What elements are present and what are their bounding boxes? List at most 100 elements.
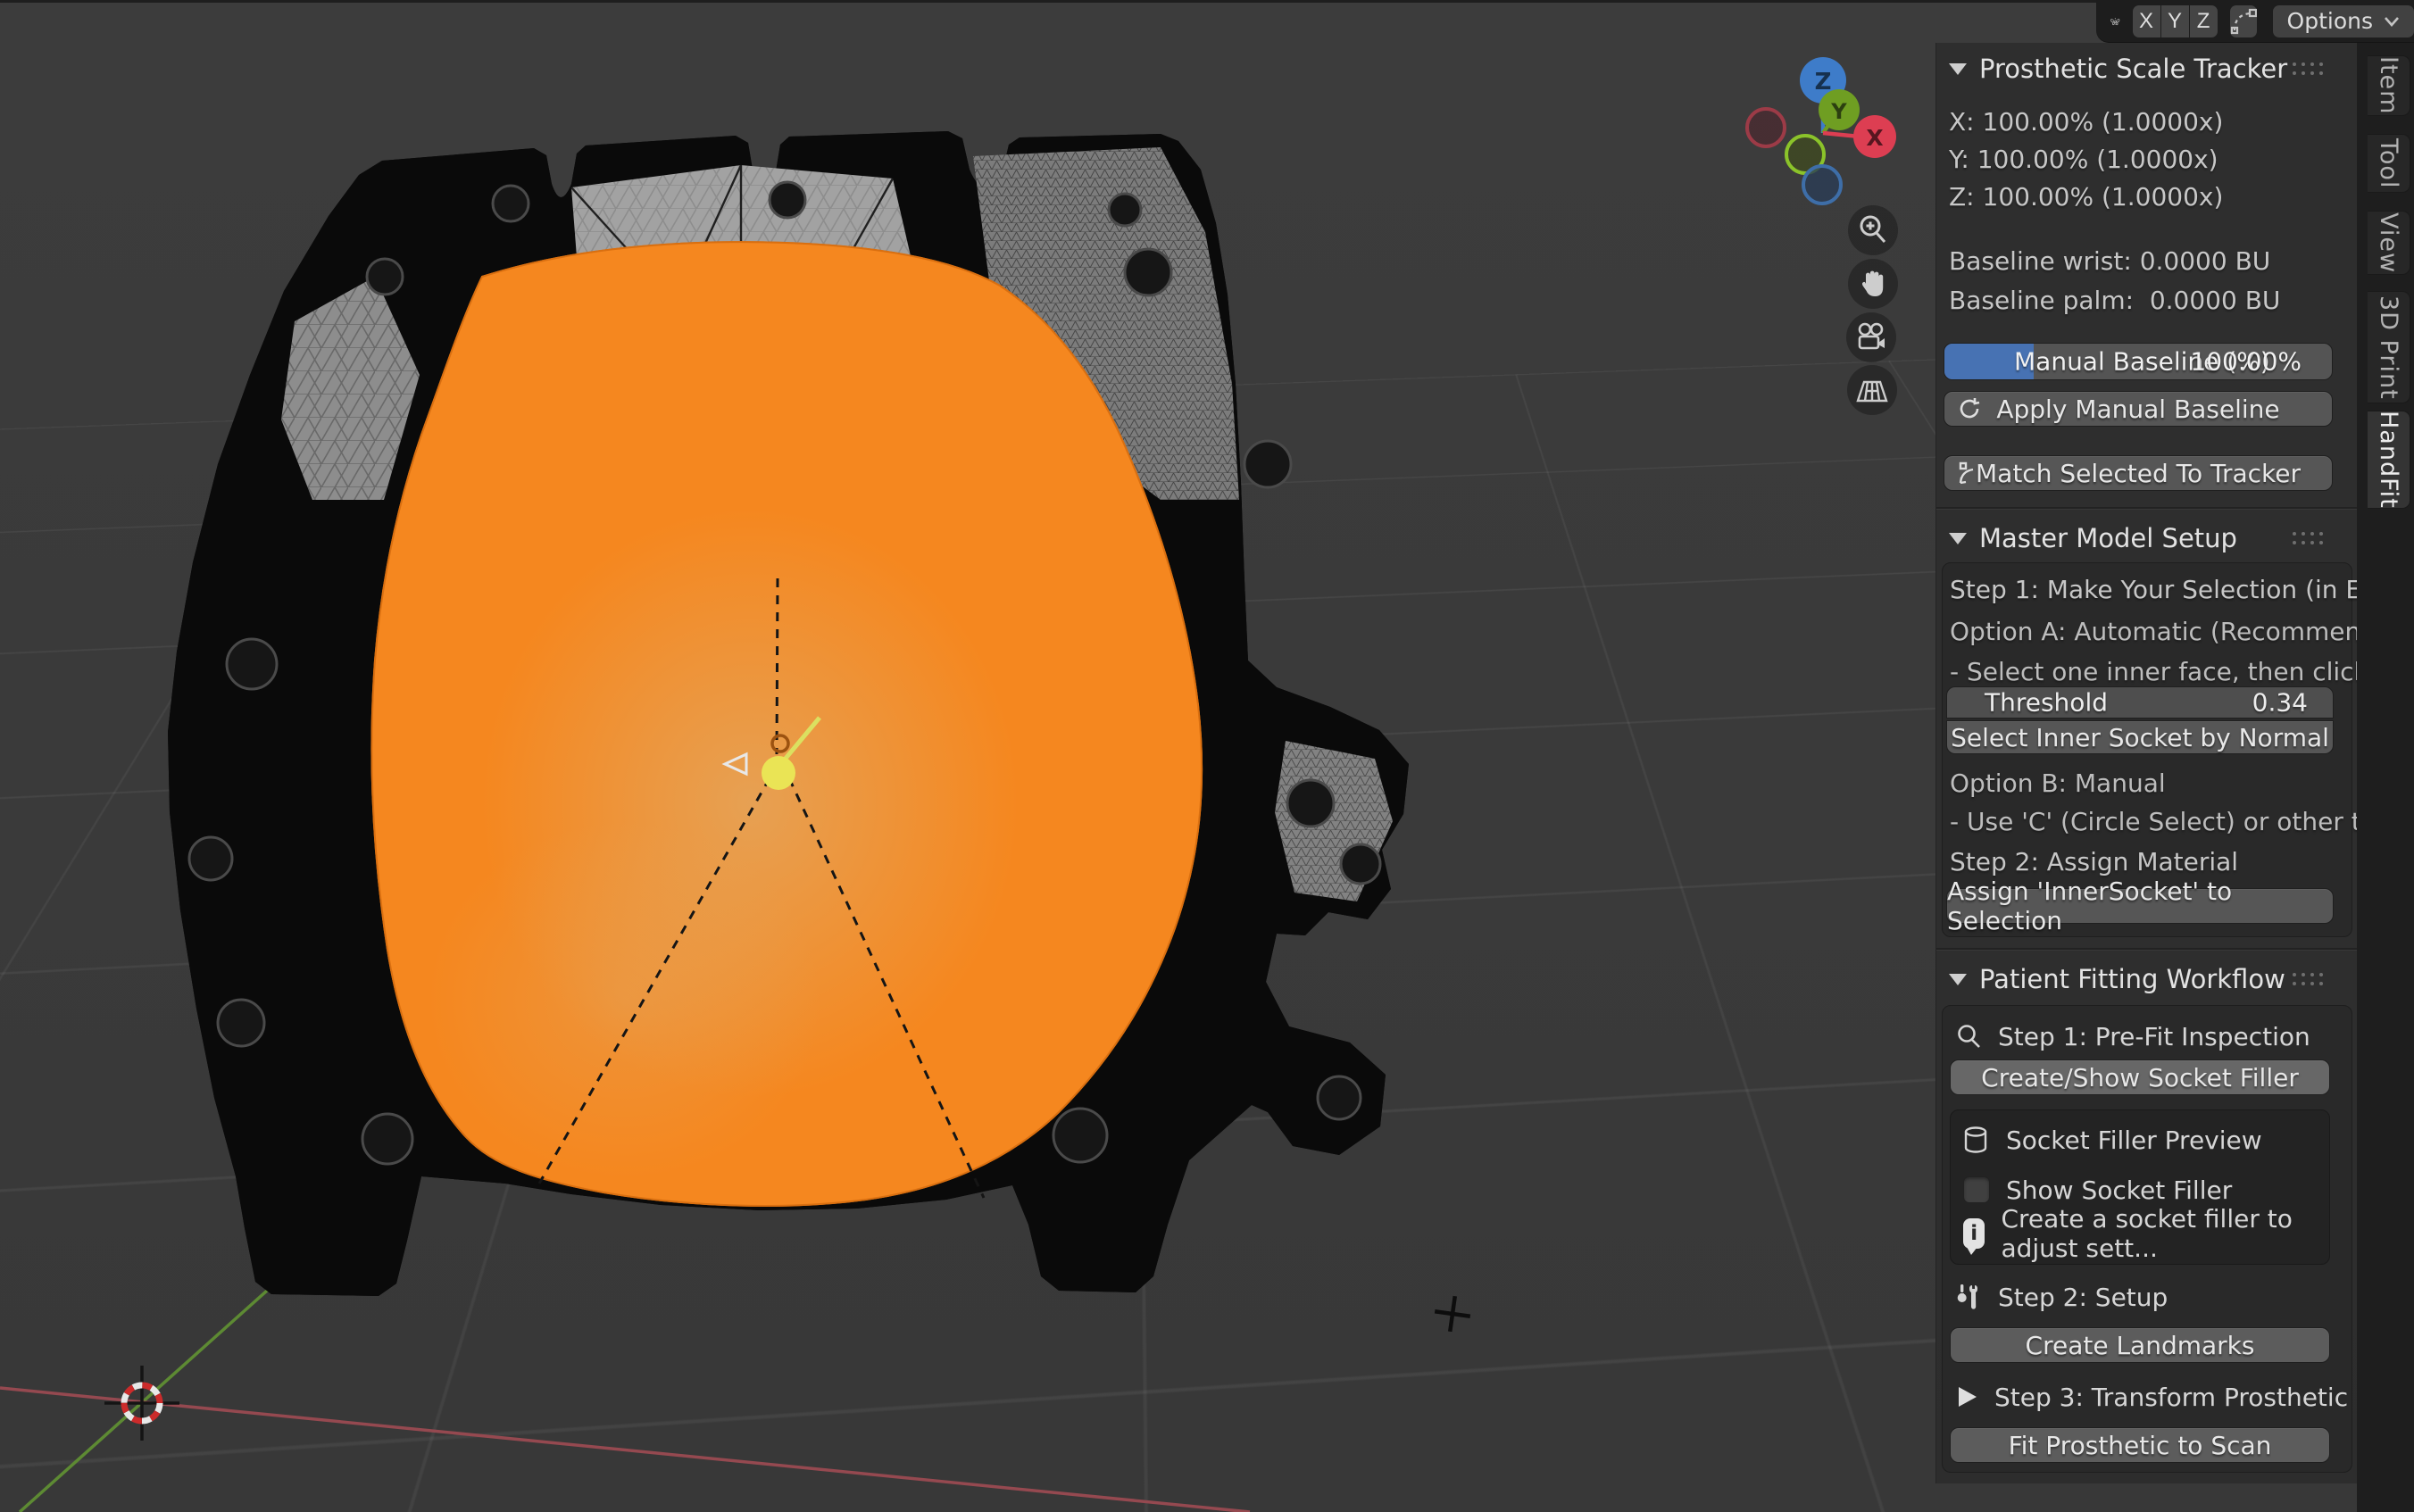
mirror-x-button[interactable]: X (2133, 5, 2160, 37)
option-a-hint: - Select one inner face, then click: (1950, 657, 2377, 686)
camera-icon (1852, 319, 1890, 356)
tab-item[interactable]: Item (2368, 55, 2410, 116)
chevron-down-icon (2384, 16, 2400, 27)
button-label: Create Landmarks (2026, 1331, 2255, 1360)
assign-innersocket-button[interactable]: Assign 'InnerSocket' to Selection (1946, 888, 2334, 924)
mirror-y-button[interactable]: Y (2161, 5, 2189, 37)
mirror-z-button[interactable]: Z (2190, 5, 2218, 37)
manual-baseline-slider[interactable]: Manual Baseline (%) 100.00% (1944, 343, 2333, 380)
mirror-axis-toggle-group: X Y Z (2133, 5, 2218, 37)
show-socket-filler-row[interactable]: Show Socket Filler (1963, 1175, 2232, 1205)
info-icon: i (1963, 1218, 1985, 1249)
socket-filler-preview-box: Socket Filler Preview Show Socket Filler… (1950, 1109, 2330, 1265)
svg-text:Z: Z (1815, 69, 1832, 96)
median-point (762, 756, 795, 790)
transform-step-row: Step 3: Transform Prosthetic (1955, 1379, 2348, 1415)
section-title: Patient Fitting Workflow (1979, 964, 2285, 994)
proportional-falloff-button[interactable] (2230, 5, 2257, 37)
step-label: Step 3: Transform Prosthetic (1994, 1383, 2348, 1412)
section-header-patient-fitting[interactable]: Patient Fitting Workflow (1949, 964, 2285, 994)
apply-manual-baseline-button[interactable]: Apply Manual Baseline (1944, 391, 2333, 427)
patient-fitting-box: Step 1: Pre-Fit Inspection Create/Show S… (1942, 1005, 2352, 1473)
options-dropdown[interactable]: Options (2273, 5, 2414, 37)
sidebar-tab-strip: Item Tool View 3D Print HandFit (2357, 43, 2414, 1512)
mirror-butterfly-icon (2110, 8, 2120, 35)
viewport-header: X Y Z Options (2096, 0, 2414, 43)
section-header-scale-tracker[interactable]: Prosthetic Scale Tracker (1949, 54, 2287, 84)
create-show-socket-filler-button[interactable]: Create/Show Socket Filler (1950, 1059, 2330, 1095)
threshold-field[interactable]: Threshold 0.34 (1946, 686, 2334, 719)
snap-curve-icon (1957, 461, 1982, 486)
create-landmarks-button[interactable]: Create Landmarks (1950, 1327, 2330, 1363)
gizmo-neg-x (1747, 109, 1785, 146)
chevron-expand-icon (1949, 974, 1967, 985)
scale-x-readout: X: 100.00% (1.0000x) (1949, 107, 2223, 137)
chevron-expand-icon (1949, 533, 1967, 544)
svg-text:Y: Y (1830, 99, 1847, 124)
section-separator (1936, 507, 2357, 509)
grid-icon (1853, 371, 1891, 409)
fit-prosthetic-to-scan-button[interactable]: Fit Prosthetic to Scan (1950, 1427, 2330, 1463)
options-label: Options (2287, 8, 2373, 34)
camera-view-button[interactable] (1846, 312, 1896, 362)
play-icon (1955, 1384, 1978, 1409)
tab-tool[interactable]: Tool (2368, 134, 2410, 193)
match-selected-to-tracker-button[interactable]: Match Selected To Tracker (1944, 455, 2333, 491)
baseline-palm-readout: Baseline palm: 0.0000 BU (1949, 286, 2280, 315)
section-title: Master Model Setup (1979, 523, 2237, 553)
socket-filler-preview-row: Socket Filler Preview (1961, 1123, 2262, 1157)
chevron-expand-icon (1949, 63, 1967, 75)
handfit-sidebar-panel: Prosthetic Scale Tracker X: 100.00% (1.0… (1935, 43, 2357, 1483)
section-separator (1936, 948, 2357, 950)
section-title: Prosthetic Scale Tracker (1979, 54, 2287, 84)
button-label: Fit Prosthetic to Scan (2009, 1431, 2272, 1460)
threshold-label: Threshold (1985, 688, 2108, 718)
pan-tool-button[interactable] (1848, 259, 1898, 309)
navigation-gizmo[interactable]: Z Y X (1745, 40, 1924, 219)
ortho-grid-button[interactable] (1847, 365, 1897, 415)
tab-handfit[interactable]: HandFit (2368, 411, 2410, 509)
cylinder-mesh-icon (1961, 1125, 1990, 1155)
zoom-magnifier-icon (1855, 212, 1891, 248)
window-top-edge (0, 0, 2414, 3)
subsection-title: Socket Filler Preview (2006, 1126, 2262, 1155)
step2-instruction: Step 2: Assign Material (1950, 847, 2238, 876)
slider-value: 100.00% (2190, 347, 2302, 377)
select-inner-socket-button[interactable]: Select Inner Socket by Normal (1946, 720, 2334, 754)
tools-icon (1955, 1283, 1982, 1311)
button-label: Create/Show Socket Filler (1981, 1063, 2299, 1092)
blender-window: Z Y X (0, 0, 2414, 1512)
button-label: Apply Manual Baseline (1996, 395, 2279, 424)
info-text: Create a socket filler to adjust sett... (2001, 1204, 2329, 1263)
refresh-icon (1957, 396, 1982, 421)
threshold-value: 0.34 (2252, 688, 2308, 718)
pan-hand-icon (1855, 266, 1891, 302)
tab-3d-print[interactable]: 3D Print (2368, 291, 2410, 403)
axis-line-red-x (0, 1388, 1250, 1512)
button-label: Match Selected To Tracker (1976, 459, 2301, 488)
section-header-master-setup[interactable]: Master Model Setup (1949, 523, 2237, 553)
socket-filler-info-row: i Create a socket filler to adjust sett.… (1963, 1216, 2329, 1251)
button-label: Select Inner Socket by Normal (1951, 723, 2329, 752)
zoom-tool-button[interactable] (1848, 205, 1898, 255)
3d-cursor (104, 1366, 179, 1441)
selected-inner-socket (371, 242, 1202, 1206)
search-icon (1955, 1023, 1982, 1050)
option-b-label: Option B: Manual (1950, 768, 2166, 798)
prefit-inspection-row: Step 1: Pre-Fit Inspection (1955, 1018, 2310, 1054)
scale-y-readout: Y: 100.00% (1.0000x) (1949, 145, 2218, 174)
option-b-hint: - Use 'C' (Circle Select) or other tools… (1950, 807, 2414, 836)
panel-drag-dots-icon[interactable] (2293, 62, 2327, 79)
step-label: Step 1: Pre-Fit Inspection (1998, 1022, 2310, 1051)
setup-step-row: Step 2: Setup (1955, 1279, 2168, 1315)
panel-drag-dots-icon[interactable] (2293, 532, 2327, 548)
svg-text:X: X (1866, 125, 1883, 151)
gizmo-neg-z (1803, 166, 1841, 204)
show-socket-filler-checkbox[interactable] (1963, 1176, 1990, 1203)
tab-view[interactable]: View (2368, 211, 2410, 275)
proportional-falloff-icon (2230, 8, 2257, 35)
scale-z-readout: Z: 100.00% (1.0000x) (1949, 182, 2223, 212)
panel-drag-dots-icon[interactable] (2293, 973, 2327, 989)
baseline-wrist-readout: Baseline wrist: 0.0000 BU (1949, 246, 2270, 276)
step-label: Step 2: Setup (1998, 1283, 2168, 1312)
